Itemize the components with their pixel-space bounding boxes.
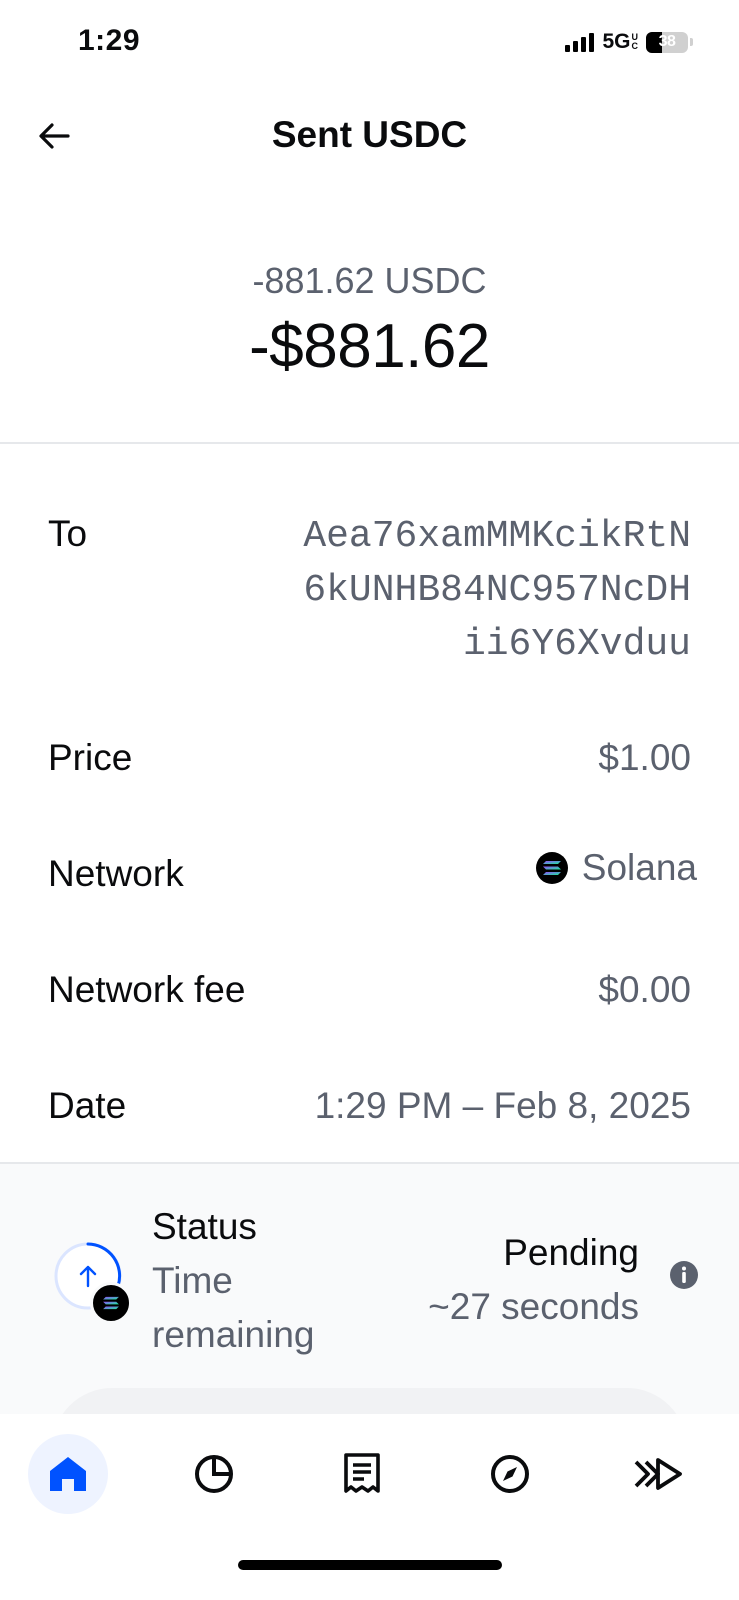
status-labels: Status Time remaining <box>152 1200 314 1362</box>
battery-level: 38 <box>658 33 676 50</box>
bottom-navigation <box>0 1414 739 1600</box>
cellular-signal-icon <box>565 32 595 52</box>
network-type: 5G UC <box>602 30 638 54</box>
battery-icon: 38 <box>646 31 688 53</box>
trade-icon <box>634 1458 682 1490</box>
solana-icon <box>535 852 568 884</box>
detail-row-fee: Network fee $0.00 <box>48 966 691 1014</box>
detail-row-to: To Aea76xamMMKcikRtN 6kUNHB84NC957NcDH i… <box>48 510 691 672</box>
home-icon <box>50 1457 86 1491</box>
date-value: 1:29 PM – Feb 8, 2025 <box>314 1085 691 1126</box>
battery-cap <box>690 38 693 46</box>
amount-summary: -881.62 USDC -$881.62 <box>0 255 739 387</box>
time-remaining-label: Time <box>152 1260 233 1301</box>
detail-row-network: Network Solana <box>48 844 697 898</box>
home-indicator[interactable] <box>238 1560 502 1570</box>
recipient-address[interactable]: Aea76xamMMKcikRtN 6kUNHB84NC957NcDH ii6Y… <box>261 510 691 672</box>
address-line: ii6Y6Xvduu <box>462 623 691 666</box>
price-label: Price <box>48 737 133 778</box>
nav-explore[interactable] <box>470 1434 550 1514</box>
explore-icon <box>491 1455 529 1493</box>
page-header: Sent USDC <box>0 100 739 172</box>
send-progress-icon <box>52 1240 132 1324</box>
nav-trade[interactable] <box>618 1434 698 1514</box>
address-line: Aea76xamMMKcikRtN <box>303 515 691 558</box>
nav-transactions[interactable] <box>322 1434 402 1514</box>
portfolio-icon <box>195 1455 233 1493</box>
solana-badge-icon <box>90 1282 132 1324</box>
nav-portfolio[interactable] <box>174 1434 254 1514</box>
page-title: Sent USDC <box>271 114 468 155</box>
status-title: Status <box>152 1206 257 1247</box>
to-label: To <box>48 513 88 554</box>
nav-home[interactable] <box>28 1434 108 1514</box>
address-line: 6kUNHB84NC957NcDH <box>303 569 691 612</box>
status-eta: ~27 seconds <box>428 1286 639 1327</box>
detail-row-price: Price $1.00 <box>48 734 691 782</box>
status-bar: 1:29 5G UC 38 <box>0 0 739 86</box>
fee-label: Network fee <box>48 969 246 1010</box>
network-value-group: Solana <box>535 844 697 892</box>
network-type-label: 5G <box>602 30 631 53</box>
status-values: Pending ~27 seconds <box>428 1226 639 1334</box>
amount-crypto: -881.62 USDC <box>252 260 487 301</box>
price-value: $1.00 <box>598 737 691 778</box>
fee-value: $0.00 <box>598 969 691 1010</box>
status-indicators: 5G UC 38 <box>565 30 693 54</box>
transactions-icon <box>344 1453 380 1493</box>
network-name: Solana <box>581 847 697 888</box>
status-section: Status Time remaining Pending ~27 second… <box>0 1164 739 1420</box>
status-time: 1:29 <box>78 24 141 57</box>
network-label: Network <box>48 853 184 894</box>
status-state: Pending <box>503 1232 639 1273</box>
time-remaining-label: remaining <box>152 1314 315 1355</box>
date-label: Date <box>48 1085 127 1126</box>
detail-row-date: Date 1:29 PM – Feb 8, 2025 <box>48 1082 691 1130</box>
network-badge: UC <box>631 32 639 51</box>
amount-fiat: -$881.62 <box>249 312 490 381</box>
info-icon[interactable] <box>669 1260 699 1290</box>
divider <box>0 442 739 444</box>
